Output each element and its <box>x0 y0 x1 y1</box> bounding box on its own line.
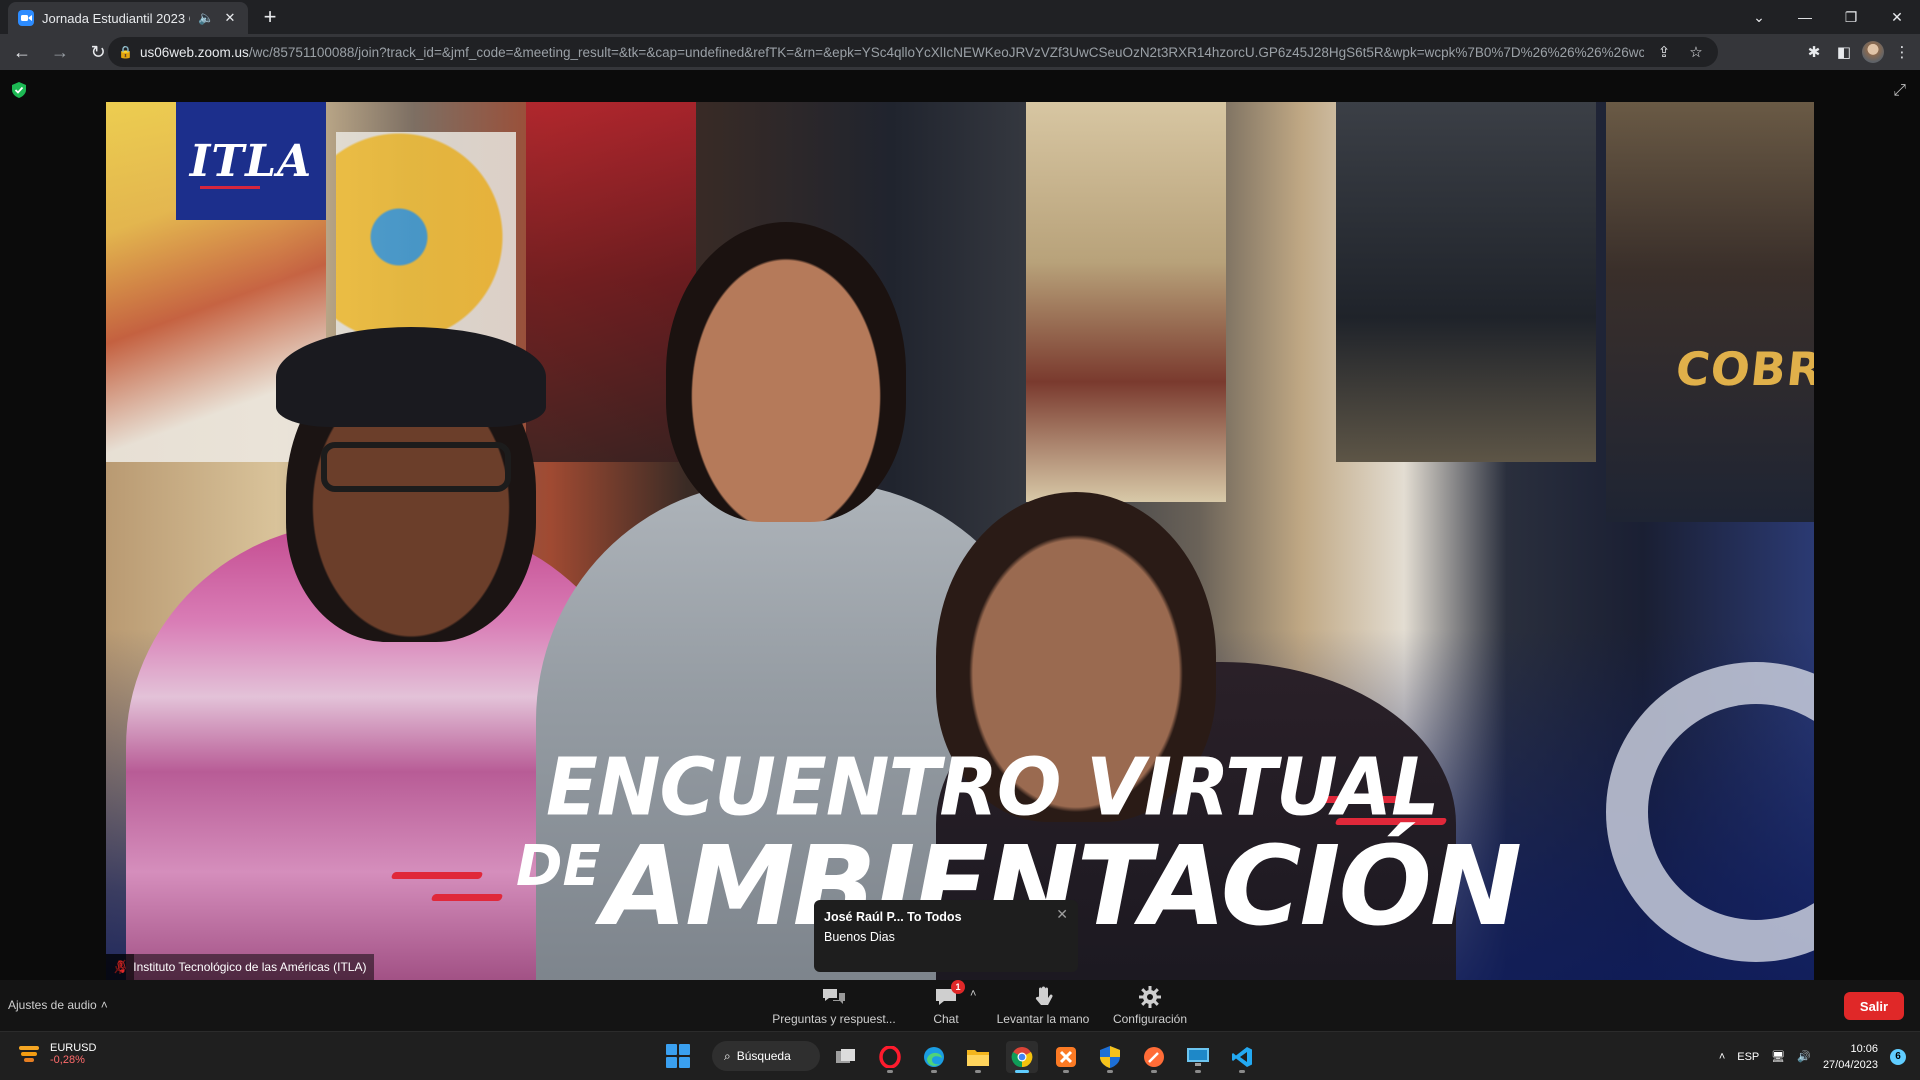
stock-chart-icon <box>19 1046 39 1062</box>
network-icon[interactable]: 🖥 <box>1771 1050 1785 1063</box>
tab-close-icon[interactable]: ✕ <box>222 10 238 26</box>
headline-line-2: AMBIENTACIÓN <box>602 822 1522 950</box>
speaker-name: Instituto Tecnológico de las Américas (I… <box>133 960 367 974</box>
edge-icon[interactable] <box>918 1041 950 1073</box>
fullscreen-icon[interactable]: ⤢ <box>1893 82 1906 100</box>
hand-icon <box>1033 984 1053 1010</box>
window-controls: ⌄ — ❐ ✕ <box>1736 0 1920 34</box>
wall-poster <box>1606 102 1814 522</box>
encryption-shield-icon[interactable] <box>12 82 26 98</box>
chat-icon: 1 <box>935 980 965 1010</box>
forward-button[interactable]: → <box>44 36 76 68</box>
remote-desktop-icon[interactable] <box>1182 1041 1214 1073</box>
browser-menu-icon[interactable]: ⋮ <box>1890 43 1914 61</box>
wall-poster <box>1336 102 1596 462</box>
lock-icon[interactable]: 🔒 <box>118 45 133 59</box>
glasses <box>321 442 511 492</box>
settings-button[interactable]: Configuración <box>1080 984 1220 1026</box>
chat-message: Buenos Dias <box>824 930 895 944</box>
start-button[interactable] <box>666 1044 690 1068</box>
search-icon: ⌕ <box>724 1048 731 1063</box>
stock-widget[interactable]: EURUSD -0,28% <box>18 1042 96 1066</box>
meeting-controls: Ajustes de audio ˄ Preguntas y respuest.… <box>0 980 1920 1031</box>
speaker-label: 🎙 Instituto Tecnológico de las Américas … <box>106 954 375 980</box>
clock[interactable]: 10:06 27/04/2023 <box>1823 1041 1878 1073</box>
qa-icon <box>821 984 847 1010</box>
taskbar-search[interactable]: ⌕ Búsqueda <box>712 1041 820 1071</box>
headline-line-1: ENCUENTRO VIRTUAL <box>546 739 1440 834</box>
audio-settings-button[interactable]: Ajustes de audio ˄ <box>8 998 108 1012</box>
chat-unread-badge: 1 <box>951 980 965 994</box>
tab-search-button[interactable]: ⌄ <box>1736 0 1782 34</box>
tab-title: Jornada Estudiantil 2023 C-2 <box>42 10 190 26</box>
tab-audio-icon[interactable]: 🔈 <box>198 10 214 26</box>
task-view-icon[interactable] <box>830 1041 862 1073</box>
xampp-icon[interactable] <box>1050 1041 1082 1073</box>
shared-video: COBRA ITLA ENCUENTRO VIRTUAL DE AMBIENTA… <box>106 102 1814 980</box>
cap <box>276 327 546 427</box>
restore-button[interactable]: ❐ <box>1828 0 1874 34</box>
security-shield-icon[interactable] <box>1094 1041 1126 1073</box>
wall-poster <box>1026 102 1226 502</box>
meeting-view: ⤢ COBRA ITLA ENCUENTRO VIRTUAL DE AMBIEN… <box>0 70 1920 980</box>
postman-icon[interactable] <box>1138 1041 1170 1073</box>
input-language[interactable]: ESP <box>1737 1051 1759 1063</box>
accent-stripe <box>430 894 504 901</box>
chat-notification[interactable]: José Raúl P... To Todos Buenos Dias ✕ <box>814 900 1078 972</box>
new-tab-button[interactable]: + <box>258 6 282 30</box>
poster-text: COBRA <box>1673 342 1814 396</box>
address-bar[interactable]: 🔒 us06web.zoom.us/wc/85751100088/join?tr… <box>108 37 1718 67</box>
side-panel-icon[interactable]: ◧ <box>1832 43 1856 61</box>
browser-tab-strip: Jornada Estudiantil 2023 C-2 🔈 ✕ + ⌄ — ❐… <box>0 0 1920 34</box>
windows-taskbar: EURUSD -0,28% ⌕ Búsqueda ˄ ESP 🖥 🔊 10:06… <box>0 1031 1920 1080</box>
notifications-badge[interactable]: 6 <box>1890 1048 1906 1065</box>
show-hidden-icons-chevron-icon[interactable]: ˄ <box>1719 1051 1725 1063</box>
url-text: us06web.zoom.us/wc/85751100088/join?trac… <box>140 44 1644 60</box>
headline-de: DE <box>516 834 601 899</box>
chat-sender: José Raúl P... To Todos <box>824 910 962 924</box>
vscode-icon[interactable] <box>1226 1041 1258 1073</box>
file-explorer-icon[interactable] <box>962 1041 994 1073</box>
minimize-button[interactable]: — <box>1782 0 1828 34</box>
chrome-icon[interactable] <box>1006 1041 1038 1073</box>
accent-stripe <box>390 872 484 879</box>
system-tray: ˄ ESP 🖥 🔊 10:06 27/04/2023 6 <box>1719 1032 1920 1080</box>
zoom-favicon-icon <box>18 10 34 26</box>
back-button[interactable]: ← <box>6 36 38 68</box>
close-window-button[interactable]: ✕ <box>1874 0 1920 34</box>
chevron-up-icon: ˄ <box>100 998 108 1012</box>
volume-icon[interactable]: 🔊 <box>1797 1050 1811 1063</box>
student-middle-head <box>666 222 906 522</box>
close-icon[interactable]: ✕ <box>1056 906 1068 923</box>
bookmark-star-icon[interactable]: ☆ <box>1684 43 1708 61</box>
share-icon[interactable]: ⇪ <box>1652 43 1676 61</box>
opera-icon[interactable] <box>874 1041 906 1073</box>
browser-toolbar: ← → ↻ 🔒 us06web.zoom.us/wc/85751100088/j… <box>0 34 1920 70</box>
extensions-icon[interactable]: ✱ <box>1802 43 1826 61</box>
profile-avatar[interactable] <box>1862 41 1884 63</box>
muted-mic-icon: 🎙 <box>114 960 130 974</box>
gear-icon <box>1139 984 1161 1010</box>
itla-logo: ITLA <box>176 102 326 220</box>
leave-button[interactable]: Salir <box>1844 992 1904 1020</box>
browser-tab[interactable]: Jornada Estudiantil 2023 C-2 🔈 ✕ <box>8 2 248 34</box>
